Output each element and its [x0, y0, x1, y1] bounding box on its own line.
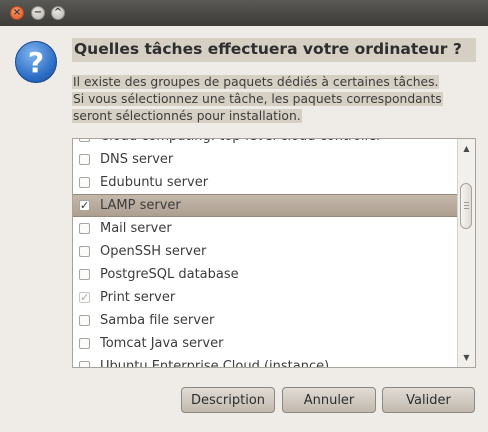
task-row[interactable]: DNS server [73, 148, 457, 171]
task-checkbox[interactable] [79, 177, 90, 188]
task-checkbox[interactable] [79, 154, 90, 165]
description-button[interactable]: Description [181, 387, 275, 413]
minimize-icon: − [33, 7, 43, 18]
task-checkbox[interactable]: ✓ [79, 200, 90, 211]
task-checkbox[interactable] [79, 361, 90, 367]
validate-button[interactable]: Valider [382, 387, 475, 413]
task-row[interactable]: Samba file server [73, 309, 457, 332]
task-label: DNS server [100, 152, 174, 167]
close-window-button[interactable]: × [10, 6, 24, 20]
cancel-button[interactable]: Annuler [282, 387, 376, 413]
task-row[interactable]: Edubuntu server [73, 171, 457, 194]
thumb-grip [464, 202, 469, 203]
task-row[interactable]: Mail server [73, 217, 457, 240]
description-line-3: seront sélectionnés pour installation. [72, 109, 302, 123]
task-label: Print server [100, 290, 176, 305]
vertical-scrollbar[interactable]: ▲ ▼ [457, 139, 475, 367]
thumb-grip [464, 205, 469, 206]
title-bar: × − ^ [0, 0, 488, 26]
question-icon: ? [15, 41, 57, 83]
scroll-up-arrow-icon[interactable]: ▲ [458, 144, 475, 153]
task-label: Cloud computing: top-level cloud control… [100, 139, 382, 144]
task-row[interactable]: OpenSSH server [73, 240, 457, 263]
task-label: LAMP server [100, 198, 181, 213]
description-line-2: Si vous sélectionnez une tâche, les paqu… [72, 92, 443, 106]
task-checkbox[interactable] [79, 338, 90, 349]
thumb-grip [464, 208, 469, 209]
maximize-window-button[interactable]: ^ [51, 6, 65, 20]
dialog-description: Il existe des groupes de paquets dédiés … [72, 74, 472, 125]
task-checkbox[interactable] [79, 246, 90, 257]
description-line-1: Il existe des groupes de paquets dédiés … [72, 75, 440, 89]
task-row[interactable]: Ubuntu Enterprise Cloud (instance) [73, 355, 457, 368]
task-row[interactable]: PostgreSQL database [73, 263, 457, 286]
task-row[interactable]: Tomcat Java server [73, 332, 457, 355]
task-list-rows: Cloud computing: top-level cloud control… [73, 139, 457, 368]
task-checkbox[interactable] [79, 223, 90, 234]
task-checkbox[interactable] [79, 315, 90, 326]
task-label: Samba file server [100, 313, 215, 328]
task-label: OpenSSH server [100, 244, 207, 259]
task-list[interactable]: Cloud computing: top-level cloud control… [72, 138, 476, 368]
task-label: Edubuntu server [100, 175, 209, 190]
maximize-icon: ^ [53, 7, 63, 18]
task-label: Tomcat Java server [100, 336, 224, 351]
task-checkbox[interactable] [79, 269, 90, 280]
dialog-heading: Quelles tâches effectuera votre ordinate… [72, 38, 476, 62]
scrollbar-thumb[interactable] [460, 183, 472, 229]
scroll-down-arrow-icon[interactable]: ▼ [458, 353, 475, 362]
task-checkbox[interactable] [79, 139, 90, 142]
task-row[interactable]: Cloud computing: top-level cloud control… [73, 139, 457, 148]
task-label: PostgreSQL database [100, 267, 239, 282]
close-icon: × [12, 7, 22, 18]
task-checkbox: ✓ [79, 291, 90, 304]
task-label: Ubuntu Enterprise Cloud (instance) [100, 359, 330, 368]
task-row[interactable]: ✓ LAMP server [73, 194, 457, 217]
task-label: Mail server [100, 221, 172, 236]
task-row[interactable]: ✓ Print server [73, 286, 457, 309]
minimize-window-button[interactable]: − [31, 6, 45, 20]
